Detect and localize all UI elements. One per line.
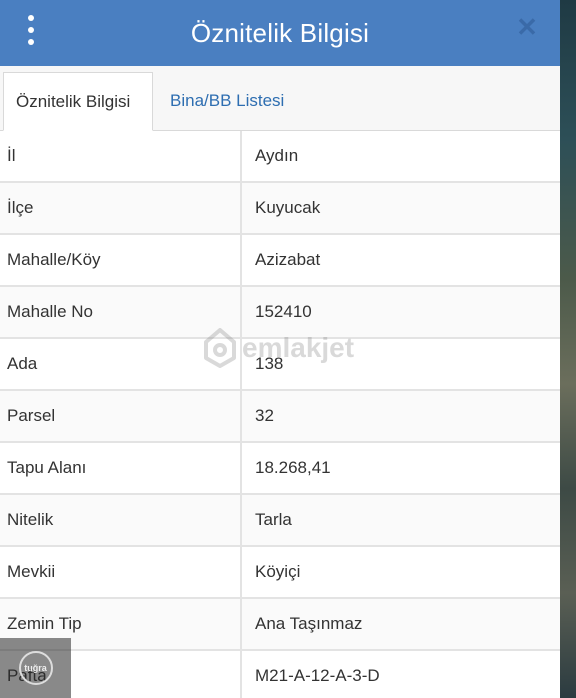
row-value: 152410 xyxy=(255,302,312,321)
row-label: Parsel xyxy=(0,391,242,441)
table-row: Mahalle No 152410 xyxy=(0,287,560,339)
table-row: Nitelik Tarla xyxy=(0,495,560,547)
row-value: Azizabat xyxy=(255,250,321,269)
tab-building-list[interactable]: Bina/BB Listesi xyxy=(158,72,296,130)
panel-title: Öznitelik Bilgisi xyxy=(190,17,370,48)
row-value: Köyiçi xyxy=(255,562,301,581)
table-row: Zemin Tip Ana Taşınmaz xyxy=(0,599,560,651)
row-label: Mahalle No xyxy=(0,287,242,337)
table-row: Ada 138 xyxy=(0,339,560,391)
row-value: 32 xyxy=(255,406,274,425)
badge-text: tuğra xyxy=(24,663,47,673)
table-row: İlçe Kuyucak xyxy=(0,183,560,235)
row-label: Mevkii xyxy=(0,547,242,597)
table-row: İl Aydın xyxy=(0,131,560,183)
close-icon[interactable]: ✕ xyxy=(516,14,538,40)
circle-logo-icon: tuğra xyxy=(18,651,53,685)
table-row: Tapu Alanı 18.268,41 xyxy=(0,443,560,495)
vertical-dots-icon[interactable] xyxy=(26,15,36,45)
row-label: Tapu Alanı xyxy=(0,443,242,493)
row-value: Aydın xyxy=(255,146,299,165)
row-label: İl xyxy=(0,131,242,181)
row-value: 138 xyxy=(255,354,284,373)
row-value: M21-A-12-A-3-D xyxy=(255,666,380,685)
panel-header: Öznitelik Bilgisi ✕ xyxy=(0,0,560,66)
table-row: Parsel 32 xyxy=(0,391,560,443)
row-value: 18.268,41 xyxy=(255,458,331,477)
row-label: Nitelik xyxy=(0,495,242,545)
attribute-panel: Öznitelik Bilgisi ✕ Öznitelik Bilgisi Bi… xyxy=(0,0,560,698)
row-value: Tarla xyxy=(255,510,292,529)
row-label: İlçe xyxy=(0,183,242,233)
badge-overlay: tuğra xyxy=(0,638,71,698)
tab-bar: Öznitelik Bilgisi Bina/BB Listesi xyxy=(0,66,560,131)
row-label: Ada xyxy=(0,339,242,389)
tab-attribute-info[interactable]: Öznitelik Bilgisi xyxy=(3,72,153,131)
attribute-table: İl Aydın İlçe Kuyucak Mahalle/Köy Azizab… xyxy=(0,131,560,698)
map-background xyxy=(558,0,576,698)
row-label: Mahalle/Köy xyxy=(0,235,242,285)
row-value: Ana Taşınmaz xyxy=(255,614,363,633)
row-value: Kuyucak xyxy=(255,198,321,217)
table-row: Pafta M21-A-12-A-3-D xyxy=(0,651,560,698)
table-row: Mahalle/Köy Azizabat xyxy=(0,235,560,287)
table-row: Mevkii Köyiçi xyxy=(0,547,560,599)
